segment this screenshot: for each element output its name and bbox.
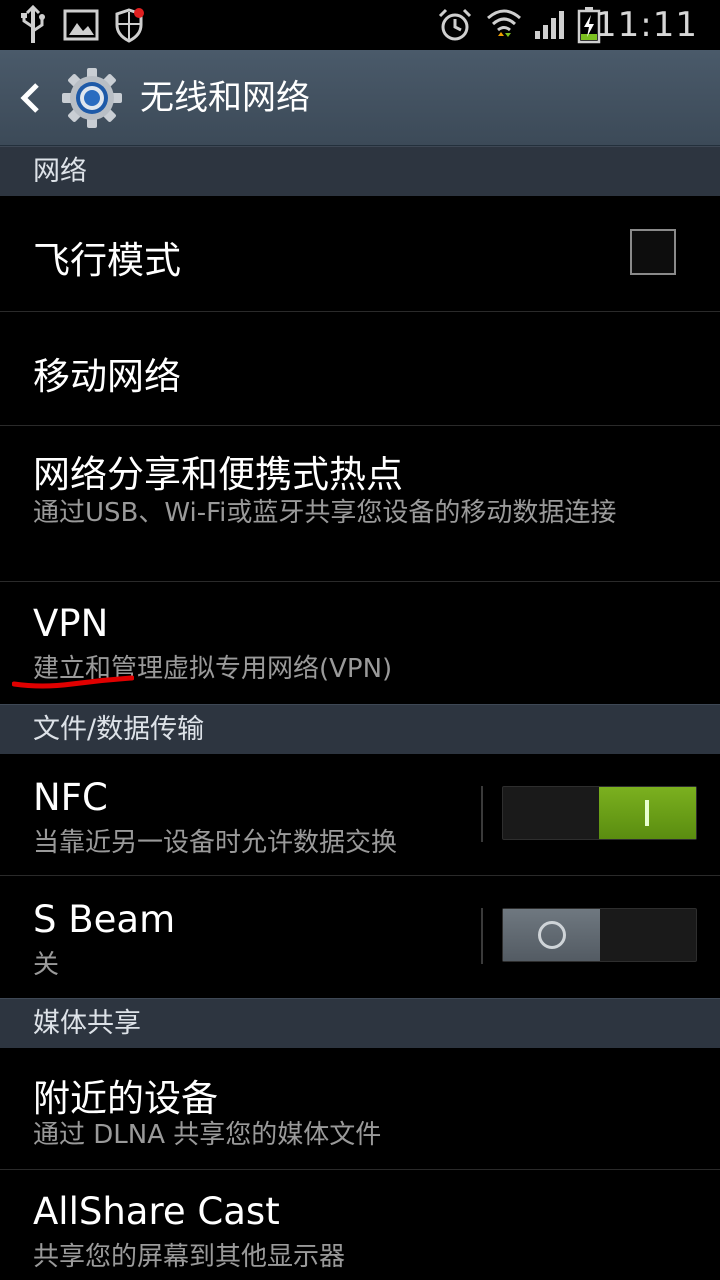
wifi-icon [484,0,524,50]
s-beam-toggle[interactable] [502,908,697,962]
airplane-mode-title: 飞行模式 [33,239,181,282]
signal-icon [532,0,568,50]
vpn-title: VPN [33,602,109,645]
shield-icon [112,0,146,50]
list-item-s-beam[interactable]: S Beam 关 [0,876,720,998]
section-header-media-share: 媒体共享 [0,998,720,1048]
tethering-title: 网络分享和便携式热点 [33,453,403,496]
allshare-cast-title: AllShare Cast [33,1190,280,1233]
list-item-mobile-network[interactable]: 移动网络 [0,312,720,426]
image-icon [62,0,100,50]
back-icon[interactable] [12,74,48,122]
tethering-subtitle: 通过USB、Wi-Fi或蓝牙共享您设备的移动数据连接 [33,498,617,528]
list-item-nearby-devices[interactable]: 附近的设备 通过 DLNA 共享您的媒体文件 [0,1048,720,1170]
allshare-cast-subtitle: 共享您的屏幕到其他显示器 [33,1242,346,1272]
section-header-label: 文件/数据传输 [33,714,205,745]
clock: 11:11 [595,5,698,45]
nfc-title: NFC [33,776,108,819]
airplane-mode-checkbox[interactable] [630,229,676,275]
list-item-tethering[interactable]: 网络分享和便携式热点 通过USB、Wi-Fi或蓝牙共享您设备的移动数据连接 [0,426,720,582]
mobile-network-title: 移动网络 [33,355,181,398]
nfc-toggle[interactable] [502,786,697,840]
settings-gear-icon[interactable] [60,66,124,130]
nfc-subtitle: 当靠近另一设备时允许数据交换 [33,828,398,858]
section-header-network: 网络 [0,146,720,196]
section-header-file-transfer: 文件/数据传输 [0,704,720,754]
vertical-divider [481,908,483,964]
action-bar: 无线和网络 [0,50,720,146]
list-item-airplane-mode[interactable]: 飞行模式 [0,196,720,312]
status-bar: 11:11 [0,0,720,50]
usb-icon [16,0,50,50]
alarm-icon [436,0,474,50]
s-beam-title: S Beam [33,898,176,941]
toggle-off-knob [503,909,600,961]
toggle-on-knob [599,787,696,839]
section-header-label: 媒体共享 [33,1008,141,1039]
list-item-allshare-cast[interactable]: AllShare Cast 共享您的屏幕到其他显示器 [0,1170,720,1280]
page-title: 无线和网络 [140,78,310,118]
nearby-devices-subtitle: 通过 DLNA 共享您的媒体文件 [33,1120,382,1150]
red-annotation-mark [12,675,134,689]
section-header-label: 网络 [33,156,87,187]
list-item-nfc[interactable]: NFC 当靠近另一设备时允许数据交换 [0,754,720,876]
vertical-divider [481,786,483,842]
nearby-devices-title: 附近的设备 [33,1077,218,1120]
